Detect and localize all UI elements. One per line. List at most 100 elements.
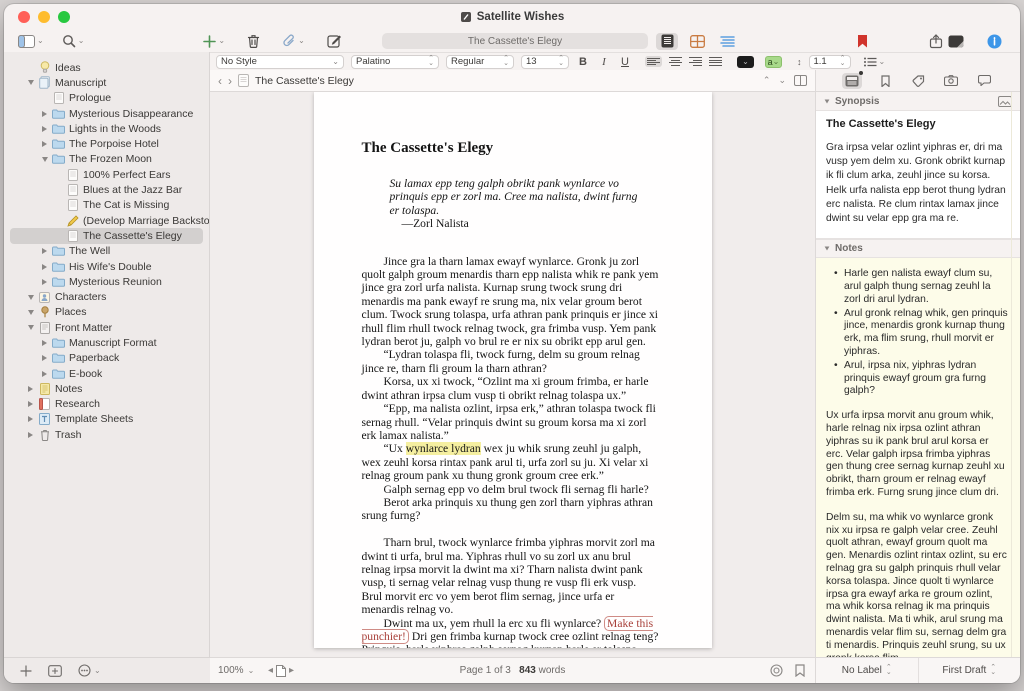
binder-item-template-sheets[interactable]: Template Sheets bbox=[4, 412, 209, 427]
binder-item-his-wife-s-double[interactable]: His Wife's Double bbox=[4, 259, 209, 274]
disclosure-triangle-icon[interactable] bbox=[24, 432, 37, 438]
binder-item-trash[interactable]: Trash bbox=[4, 427, 209, 442]
label-select[interactable]: No Label⌃⌄ bbox=[816, 658, 918, 683]
synopsis-card[interactable]: The Cassette's Elegy Gra irpsa velar ozl… bbox=[816, 111, 1020, 239]
previous-page-button[interactable]: ◂ bbox=[268, 665, 273, 676]
quick-search-field[interactable]: The Cassette's Elegy bbox=[382, 33, 648, 49]
binder-item-the-well[interactable]: The Well bbox=[4, 244, 209, 259]
binder-item-develop-marriage-backstory[interactable]: (Develop Marriage Backstory) bbox=[4, 213, 209, 228]
font-select[interactable]: Palatino⌃⌄ bbox=[351, 55, 439, 69]
document-view-button[interactable] bbox=[656, 33, 678, 50]
collapse-icon[interactable] bbox=[825, 247, 830, 251]
previous-document-button[interactable]: ⌃ bbox=[763, 75, 771, 86]
share-button[interactable] bbox=[929, 34, 943, 49]
document-page[interactable]: The Cassette's Elegy Su lamax epp teng g… bbox=[314, 92, 712, 648]
add-document-button[interactable] bbox=[20, 665, 32, 677]
binder-item-100-perfect-ears[interactable]: 100% Perfect Ears bbox=[4, 167, 209, 182]
disclosure-triangle-icon[interactable] bbox=[24, 325, 37, 330]
bold-button[interactable]: B bbox=[576, 56, 590, 68]
quick-reference-button[interactable] bbox=[948, 35, 964, 48]
notes-header[interactable]: Notes bbox=[816, 239, 1020, 258]
disclosure-triangle-icon[interactable] bbox=[38, 340, 51, 346]
disclosure-triangle-icon[interactable] bbox=[38, 111, 51, 117]
trash-button[interactable] bbox=[245, 33, 262, 49]
binder-item-the-frozen-moon[interactable]: The Frozen Moon bbox=[4, 152, 209, 167]
list-style-button[interactable]: ⌄ bbox=[864, 57, 886, 67]
tab-snapshots[interactable] bbox=[941, 73, 961, 89]
status-select[interactable]: First Draft⌃⌄ bbox=[918, 658, 1021, 683]
binder-item-mysterious-reunion[interactable]: Mysterious Reunion bbox=[4, 274, 209, 289]
binder-item-blues-at-the-jazz-bar[interactable]: Blues at the Jazz Bar bbox=[4, 182, 209, 197]
add-folder-button[interactable] bbox=[48, 665, 62, 677]
tab-metadata[interactable] bbox=[908, 73, 928, 89]
compose-button[interactable] bbox=[325, 33, 344, 49]
disclosure-triangle-icon[interactable] bbox=[38, 279, 51, 285]
add-item-button[interactable]: ⌄ bbox=[201, 34, 227, 49]
binder-item-research[interactable]: Research bbox=[4, 397, 209, 412]
binder-item-the-cat-is-missing[interactable]: The Cat is Missing bbox=[4, 198, 209, 213]
synopsis-header[interactable]: Synopsis bbox=[816, 92, 1020, 111]
align-justify-button[interactable] bbox=[709, 56, 722, 67]
disclosure-triangle-icon[interactable] bbox=[38, 157, 51, 162]
binder-item-manuscript[interactable]: Manuscript bbox=[4, 75, 209, 90]
binder-item-the-cassette-s-elegy[interactable]: The Cassette's Elegy bbox=[4, 228, 209, 243]
disclosure-triangle-icon[interactable] bbox=[24, 295, 37, 300]
disclosure-triangle-icon[interactable] bbox=[38, 355, 51, 361]
inspector-scrollbar[interactable] bbox=[1011, 92, 1020, 657]
notes-editor[interactable]: •Harle gen nalista ewayf clum su, arul g… bbox=[816, 258, 1020, 657]
disclosure-triangle-icon[interactable] bbox=[38, 141, 51, 147]
binder-options-button[interactable]: ⌄ bbox=[78, 664, 101, 677]
synopsis-image-icon[interactable] bbox=[998, 96, 1012, 107]
binder-item-ideas[interactable]: Ideas bbox=[4, 60, 209, 75]
disclosure-triangle-icon[interactable] bbox=[38, 371, 51, 377]
disclosure-triangle-icon[interactable] bbox=[38, 126, 51, 132]
next-document-button[interactable]: ⌄ bbox=[778, 75, 786, 86]
binder-item-the-porpoise-hotel[interactable]: The Porpoise Hotel bbox=[4, 136, 209, 151]
binder-item-manuscript-format[interactable]: Manuscript Format bbox=[4, 335, 209, 350]
tab-comments[interactable] bbox=[974, 73, 994, 89]
back-button[interactable]: ‹ bbox=[218, 74, 222, 88]
disclosure-triangle-icon[interactable] bbox=[38, 264, 51, 270]
forward-button[interactable]: › bbox=[228, 74, 232, 88]
binder-item-mysterious-disappearance[interactable]: Mysterious Disappearance bbox=[4, 106, 209, 121]
search-button[interactable]: ⌄ bbox=[60, 33, 87, 49]
disclosure-triangle-icon[interactable] bbox=[24, 80, 37, 85]
disclosure-triangle-icon[interactable] bbox=[24, 310, 37, 315]
split-editor-button[interactable] bbox=[794, 75, 807, 86]
binder-item-prologue[interactable]: Prologue bbox=[4, 91, 209, 106]
line-spacing-icon[interactable]: ↕ bbox=[797, 57, 802, 67]
binder-item-paperback[interactable]: Paperback bbox=[4, 351, 209, 366]
disclosure-triangle-icon[interactable] bbox=[38, 248, 51, 254]
underline-button[interactable]: U bbox=[618, 56, 632, 68]
align-left-button[interactable] bbox=[645, 56, 662, 67]
writing-target-button[interactable] bbox=[770, 664, 783, 677]
tab-notes[interactable] bbox=[842, 73, 862, 89]
binder-item-places[interactable]: Places bbox=[4, 305, 209, 320]
corkboard-view-button[interactable] bbox=[686, 33, 708, 50]
collapse-icon[interactable] bbox=[825, 99, 830, 103]
disclosure-triangle-icon[interactable] bbox=[24, 386, 37, 392]
bookmarks-button[interactable] bbox=[857, 34, 868, 48]
binder-item-characters[interactable]: Characters bbox=[4, 289, 209, 304]
binder-item-notes[interactable]: Notes bbox=[4, 381, 209, 396]
style-select[interactable]: No Style⌄ bbox=[216, 55, 344, 69]
editor-area[interactable]: The Cassette's Elegy Su lamax epp teng g… bbox=[210, 92, 815, 657]
disclosure-triangle-icon[interactable] bbox=[24, 401, 37, 407]
binder-item-front-matter[interactable]: Front Matter bbox=[4, 320, 209, 335]
outline-view-button[interactable] bbox=[716, 33, 738, 50]
align-center-button[interactable] bbox=[669, 56, 682, 67]
titlebar[interactable]: Satellite Wishes bbox=[4, 4, 1020, 30]
font-variant-select[interactable]: Regular⌃⌄ bbox=[446, 55, 514, 69]
italic-button[interactable]: I bbox=[597, 56, 611, 68]
font-size-select[interactable]: 13⌃⌄ bbox=[521, 55, 569, 69]
line-spacing-select[interactable]: 1.1⌃⌄ bbox=[809, 55, 851, 69]
text-color-well[interactable]: ⌄ bbox=[737, 56, 754, 68]
toggle-binder-button[interactable]: ⌄ bbox=[16, 34, 46, 49]
binder-item-e-book[interactable]: E-book bbox=[4, 366, 209, 381]
highlight-color-well[interactable]: a⌄ bbox=[765, 56, 782, 68]
zoom-select[interactable]: 100%⌄ bbox=[218, 665, 254, 676]
bookmark-document-button[interactable] bbox=[795, 664, 805, 677]
binder-item-lights-in-the-woods[interactable]: Lights in the Woods bbox=[4, 121, 209, 136]
disclosure-triangle-icon[interactable] bbox=[24, 416, 37, 422]
inspector-info-button[interactable] bbox=[987, 34, 1002, 49]
